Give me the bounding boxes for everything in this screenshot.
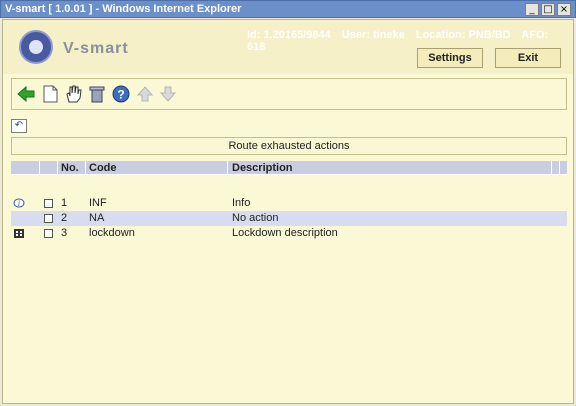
minimize-button[interactable]: _	[525, 3, 539, 16]
back-arrow-icon[interactable]	[16, 84, 36, 104]
row-description: No action	[232, 212, 279, 224]
row-no: 2	[61, 212, 68, 224]
user-label: User: tineke	[341, 29, 405, 41]
row-code: lockdown	[89, 227, 135, 239]
settings-button[interactable]: Settings	[417, 48, 483, 68]
close-button[interactable]: ×	[557, 3, 571, 16]
vsmart-logo-icon	[19, 30, 53, 64]
move-down-icon[interactable]	[158, 84, 178, 104]
row-checkbox[interactable]	[44, 199, 53, 208]
action-toolbar: ?	[11, 78, 567, 110]
location-label: Location: PNB/BD	[415, 29, 511, 41]
column-header-description[interactable]: Description	[232, 162, 293, 174]
column-header-no[interactable]: No.	[61, 162, 79, 174]
row-checkbox[interactable]	[44, 214, 53, 223]
row-code: NA	[89, 212, 105, 224]
app-frame: V-smart Id: 1.20165/9844 User: tineke Lo…	[2, 19, 574, 404]
record-id: Id: 1.20165/9844	[247, 29, 331, 41]
row-checkbox[interactable]	[44, 229, 53, 238]
window-title: V-smart [ 1.0.01 ] - Windows Internet Ex…	[5, 3, 242, 15]
row-code: INF	[89, 197, 107, 209]
row-no: 3	[61, 227, 68, 239]
help-icon[interactable]: ?	[111, 84, 131, 104]
window-titlebar: V-smart [ 1.0.01 ] - Windows Internet Ex…	[0, 0, 576, 18]
row-description: Info	[232, 197, 251, 209]
row-no: 1	[61, 197, 68, 209]
exit-button[interactable]: Exit	[495, 48, 561, 68]
table-header: No. Code Description	[11, 161, 567, 175]
app-header: V-smart Id: 1.20165/9844 User: tineke Lo…	[3, 20, 573, 74]
table-row[interactable]: 3 lockdown Lockdown description	[11, 226, 567, 241]
maximize-button[interactable]: □	[541, 3, 555, 16]
table-row[interactable]: i 1 INF Info	[11, 196, 567, 211]
info-icon: i	[13, 198, 25, 208]
app-name: V-smart	[63, 40, 129, 57]
svg-text:i: i	[18, 199, 20, 208]
table-row[interactable]: 2 NA No action	[11, 211, 567, 226]
column-header-code[interactable]: Code	[89, 162, 117, 174]
move-up-icon[interactable]	[135, 84, 155, 104]
section-title: Route exhausted actions	[11, 137, 567, 155]
new-document-icon[interactable]	[40, 84, 60, 104]
undo-button[interactable]: ↶	[11, 119, 27, 133]
delete-bin-icon[interactable]	[87, 84, 107, 104]
select-hand-icon[interactable]	[63, 84, 83, 104]
row-description: Lockdown description	[232, 227, 338, 239]
building-icon	[14, 229, 24, 238]
svg-text:?: ?	[117, 88, 124, 102]
